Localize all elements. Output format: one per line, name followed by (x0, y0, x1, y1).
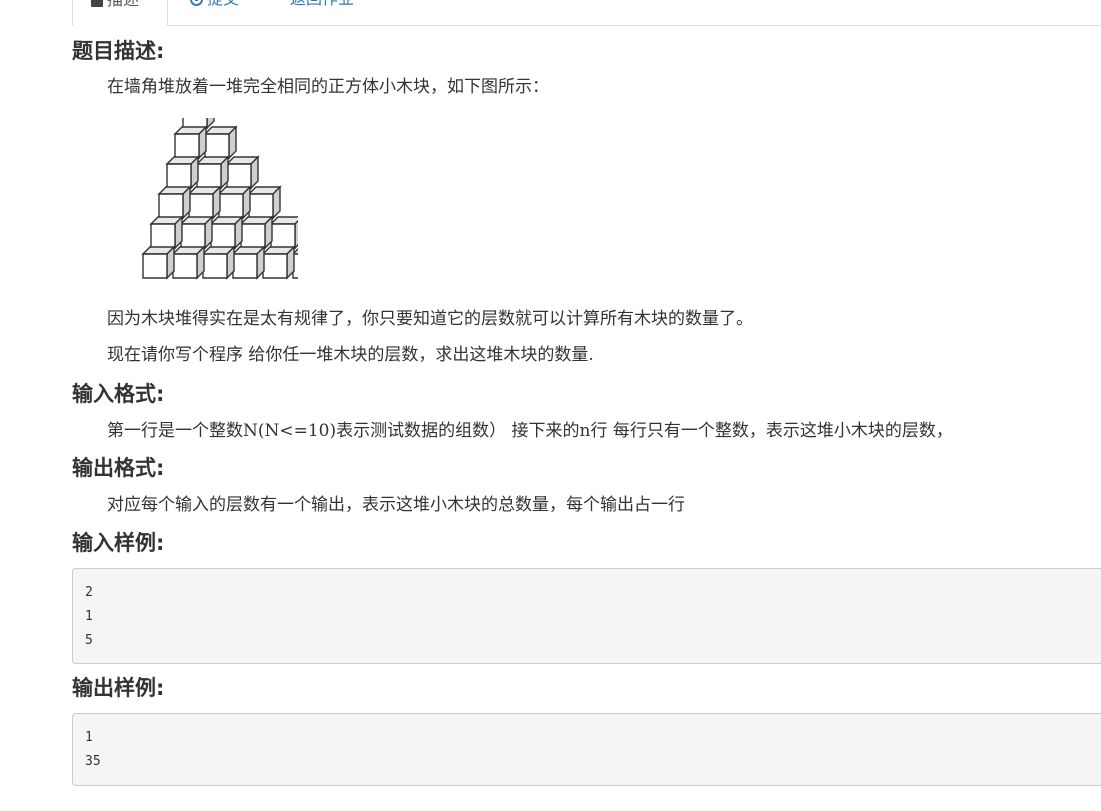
input-sample-line: 2 (85, 585, 93, 600)
tab-bar: 描述 提交 返回作业 (72, 0, 1101, 26)
tab-description-label: 描述 (107, 0, 139, 9)
output-sample-line: 1 (85, 730, 93, 745)
tab-submit-label: 提交 (207, 0, 239, 8)
cube (209, 215, 244, 250)
output-sample-heading: 输出样例: (72, 676, 165, 700)
cube (187, 185, 222, 220)
description-heading: 题目描述: (72, 39, 165, 63)
input-format-text: 第一行是一个整数N(N<=10)表示测试数据的组数） 接下来的n行 每行只有一个… (107, 421, 953, 441)
tab-description[interactable]: 描述 (72, 0, 168, 26)
cube (141, 245, 176, 280)
cube (157, 185, 192, 220)
problem-page: 描述 提交 返回作业 题目描述: 在墙角堆放着一堆完全相同的正方体小木块，如下图… (0, 0, 1101, 811)
cube (195, 155, 230, 190)
cube (149, 215, 184, 250)
input-sample-code: 2 1 5 (72, 568, 1101, 664)
cube (171, 245, 206, 280)
cube (217, 185, 252, 220)
input-sample-line: 1 (85, 609, 93, 624)
cube (173, 125, 208, 160)
cube (201, 245, 236, 280)
output-sample-code: 1 35 (72, 713, 1101, 786)
tab-back-label: 返回作业 (290, 0, 354, 8)
description-paragraph-3: 现在请你写个程序 给你任一堆木块的层数，求出这堆木块的数量. (107, 345, 594, 365)
cube (261, 245, 296, 280)
cube (247, 185, 282, 220)
cube (203, 125, 238, 160)
cube (225, 155, 260, 190)
description-paragraph-1: 在墙角堆放着一堆完全相同的正方体小木块，如下图所示： (107, 77, 549, 97)
document-icon (91, 0, 103, 7)
output-format-heading: 输出格式: (72, 456, 165, 480)
upload-circle-icon (190, 0, 203, 6)
tab-submit[interactable]: 提交 (172, 0, 257, 24)
stacked-cubes-figure (138, 95, 326, 284)
cube (239, 215, 274, 250)
cube (231, 245, 266, 280)
cube (269, 215, 304, 250)
stacked-cubes-image (141, 95, 326, 280)
input-sample-heading: 输入样例: (72, 531, 165, 555)
output-sample-line: 35 (85, 754, 101, 769)
input-sample-line: 5 (85, 633, 93, 648)
description-paragraph-2: 因为木块堆得实在是太有规律了，你只要知道它的层数就可以计算所有木块的数量了。 (107, 309, 753, 329)
cube (165, 155, 200, 190)
output-format-text: 对应每个输入的层数有一个输出，表示这堆小木块的总数量，每个输出占一行 (107, 495, 685, 515)
cube (179, 215, 214, 250)
input-format-heading: 输入格式: (72, 382, 165, 406)
tab-back-to-assignment[interactable]: 返回作业 (272, 0, 372, 24)
